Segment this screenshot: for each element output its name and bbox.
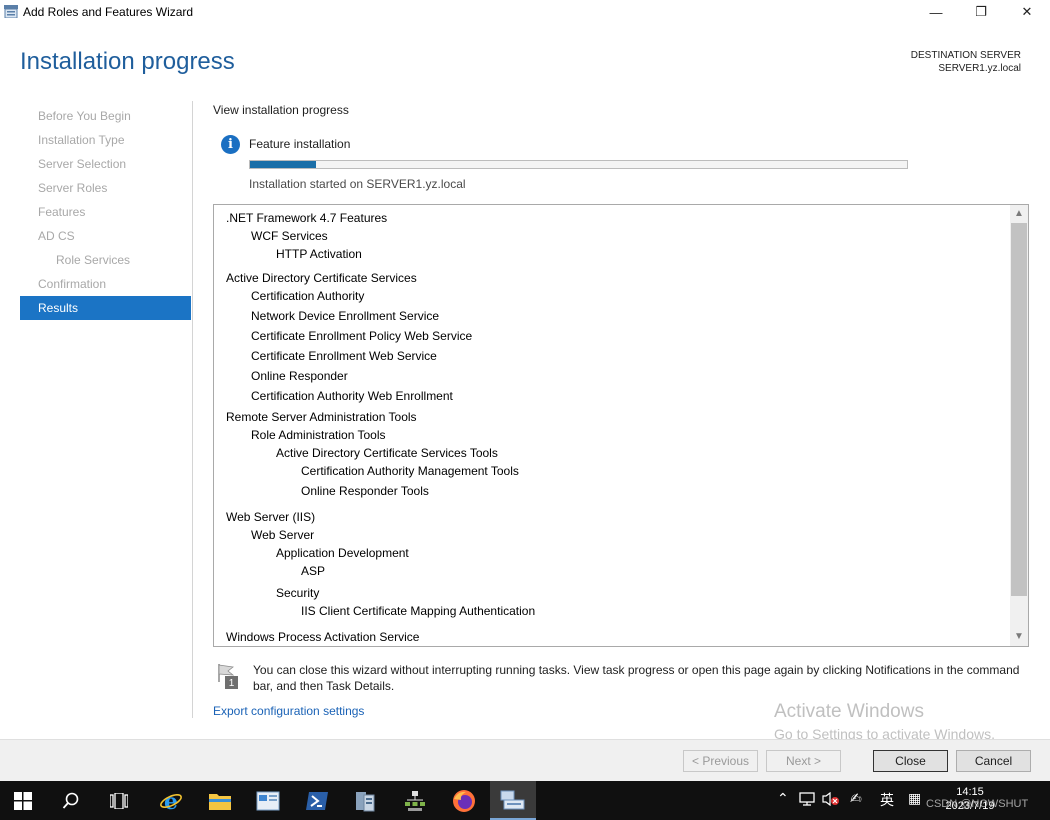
feature-list-item: Certification Authority Web Enrollment xyxy=(251,389,453,403)
start-button[interactable] xyxy=(0,781,46,820)
ime-mode-grid-icon[interactable]: ▦ xyxy=(908,790,921,807)
close-window-button[interactable]: ✕ xyxy=(1004,0,1050,24)
feature-list-item: Certificate Enrollment Policy Web Servic… xyxy=(251,329,473,343)
internet-explorer-icon: e xyxy=(160,789,182,813)
feature-list-item: Remote Server Administration Tools xyxy=(226,410,417,424)
close-button[interactable]: Close xyxy=(873,750,948,772)
taskbar-internet-explorer[interactable]: e xyxy=(148,781,194,820)
nav-item-server-roles[interactable]: Server Roles xyxy=(20,176,191,200)
progress-fill xyxy=(250,161,316,168)
volume-muted-icon[interactable] xyxy=(822,791,840,809)
nav-item-ad-cs[interactable]: AD CS xyxy=(20,224,191,248)
feature-list-item: Online Responder Tools xyxy=(301,484,429,498)
destination-server-name: SERVER1.yz.local xyxy=(938,63,1021,74)
feature-list-item: Web Server xyxy=(251,528,315,542)
feature-list-item: Online Responder xyxy=(251,369,348,383)
close-wizard-notice: You can close this wizard without interr… xyxy=(253,663,1020,693)
network-icon[interactable] xyxy=(799,792,815,809)
task-view-button[interactable] xyxy=(96,781,142,820)
notice-badge: 1 xyxy=(229,678,235,689)
taskbar-firefox[interactable] xyxy=(441,781,487,820)
powershell-icon xyxy=(306,791,328,810)
nav-item-results[interactable]: Results xyxy=(20,296,191,320)
taskbar-admin-tools[interactable] xyxy=(343,781,389,820)
wizard-nav: Before You Begin Installation Type Serve… xyxy=(20,104,191,320)
folder-icon xyxy=(209,793,231,810)
previous-button[interactable]: < Previous xyxy=(683,750,758,772)
activate-windows-watermark: Activate Windows xyxy=(774,701,924,722)
feature-list-item: Security xyxy=(276,586,320,600)
feature-list-item: Web Server (IIS) xyxy=(226,510,316,524)
search-button[interactable] xyxy=(48,781,94,820)
export-configuration-link[interactable]: Export configuration settings xyxy=(213,704,364,718)
svg-text:e: e xyxy=(164,789,178,813)
nav-item-installation-type[interactable]: Installation Type xyxy=(20,128,191,152)
pen-input-icon[interactable]: ✍ xyxy=(850,790,862,807)
restore-button[interactable]: ❐ xyxy=(958,0,1004,24)
add-roles-wizard-icon xyxy=(500,790,525,809)
notification-flag-icon: 1 xyxy=(218,664,238,689)
feature-list-item: Certification Authority xyxy=(251,289,365,303)
window-title-bar: Add Roles and Features Wizard — ❐ ✕ xyxy=(0,0,1050,24)
feature-list-item: Active Directory Certificate Services xyxy=(226,271,417,285)
feature-list-item: Network Device Enrollment Service xyxy=(251,309,440,323)
minimize-button[interactable]: — xyxy=(913,0,959,24)
nav-divider xyxy=(192,101,193,718)
administrative-tools-icon xyxy=(356,791,375,811)
window-title: Add Roles and Features Wizard xyxy=(23,5,194,19)
taskbar: e ⌃ ✍ 英 ▦ 14:15 2023/7/19 CSDN @NOWSHUT xyxy=(0,781,1050,820)
feature-list-item: ASP xyxy=(301,564,326,578)
clock-time: 14:15 xyxy=(956,786,984,798)
windows-logo-icon xyxy=(14,791,32,810)
feature-list-item: HTTP Activation xyxy=(276,247,362,261)
feature-list-item: Certificate Enrollment Web Service xyxy=(251,349,437,363)
feature-list-item: IIS Client Certificate Mapping Authentic… xyxy=(301,604,536,618)
wizard-button-bar: < Previous Next > Close Cancel xyxy=(0,739,1050,781)
network-monitor-icon xyxy=(799,792,815,806)
feature-list-item: Certification Authority Management Tools xyxy=(301,464,519,478)
next-button[interactable]: Next > xyxy=(766,750,841,772)
feature-list-item: Role Administration Tools xyxy=(251,428,386,442)
scroll-down-arrow-icon[interactable]: ▼ xyxy=(1010,628,1028,646)
nav-item-confirmation[interactable]: Confirmation xyxy=(20,272,191,296)
nav-item-role-services[interactable]: Role Services xyxy=(20,248,191,272)
view-progress-label: View installation progress xyxy=(213,103,349,117)
feature-list: .NET Framework 4.7 Features WCF Services H… xyxy=(214,205,1010,646)
taskbar-file-explorer[interactable] xyxy=(197,781,243,820)
show-hidden-icons-chevron-icon[interactable]: ⌃ xyxy=(777,790,789,807)
installation-progress-bar xyxy=(249,160,908,169)
taskbar-server-manager[interactable] xyxy=(245,781,291,820)
ime-language-indicator[interactable]: 英 xyxy=(880,790,894,810)
destination-server: DESTINATION SERVER SERVER1.yz.local xyxy=(911,49,1021,75)
taskbar-wizard-active[interactable] xyxy=(490,781,536,820)
speaker-icon xyxy=(822,791,839,807)
installation-started-text: Installation started on SERVER1.yz.local xyxy=(249,177,466,191)
network-tree-icon xyxy=(405,790,425,811)
task-view-icon xyxy=(110,792,128,809)
taskbar-powershell[interactable] xyxy=(294,781,340,820)
feature-list-item: Windows Process Activation Service xyxy=(226,630,420,644)
page-title: Installation progress xyxy=(20,48,235,75)
feature-list-item: .NET Framework 4.7 Features xyxy=(226,211,388,225)
feature-list-item: Application Development xyxy=(276,546,409,560)
info-icon: i xyxy=(221,135,240,154)
cancel-button[interactable]: Cancel xyxy=(956,750,1031,772)
feature-list-item: Active Directory Certificate Services To… xyxy=(276,446,498,460)
scroll-up-arrow-icon[interactable]: ▲ xyxy=(1010,205,1028,223)
feature-installation-label: Feature installation xyxy=(249,137,351,151)
search-icon xyxy=(62,792,79,809)
nav-item-before-you-begin[interactable]: Before You Begin xyxy=(20,104,191,128)
scrollbar-thumb[interactable] xyxy=(1011,223,1027,596)
server-manager-icon xyxy=(256,791,280,810)
destination-label: DESTINATION SERVER xyxy=(910,50,1021,61)
taskbar-network-tool[interactable] xyxy=(392,781,438,820)
vertical-scrollbar[interactable]: ▲ ▼ xyxy=(1010,205,1028,646)
nav-item-server-selection[interactable]: Server Selection xyxy=(20,152,191,176)
firefox-icon xyxy=(453,789,475,812)
csdn-watermark: CSDN @NOWSHUT xyxy=(926,798,1029,810)
nav-item-features[interactable]: Features xyxy=(20,200,191,224)
feature-list-box[interactable]: .NET Framework 4.7 Features WCF Services H… xyxy=(213,204,1029,647)
feature-list-item: WCF Services xyxy=(251,229,328,243)
server-manager-icon xyxy=(4,5,18,18)
